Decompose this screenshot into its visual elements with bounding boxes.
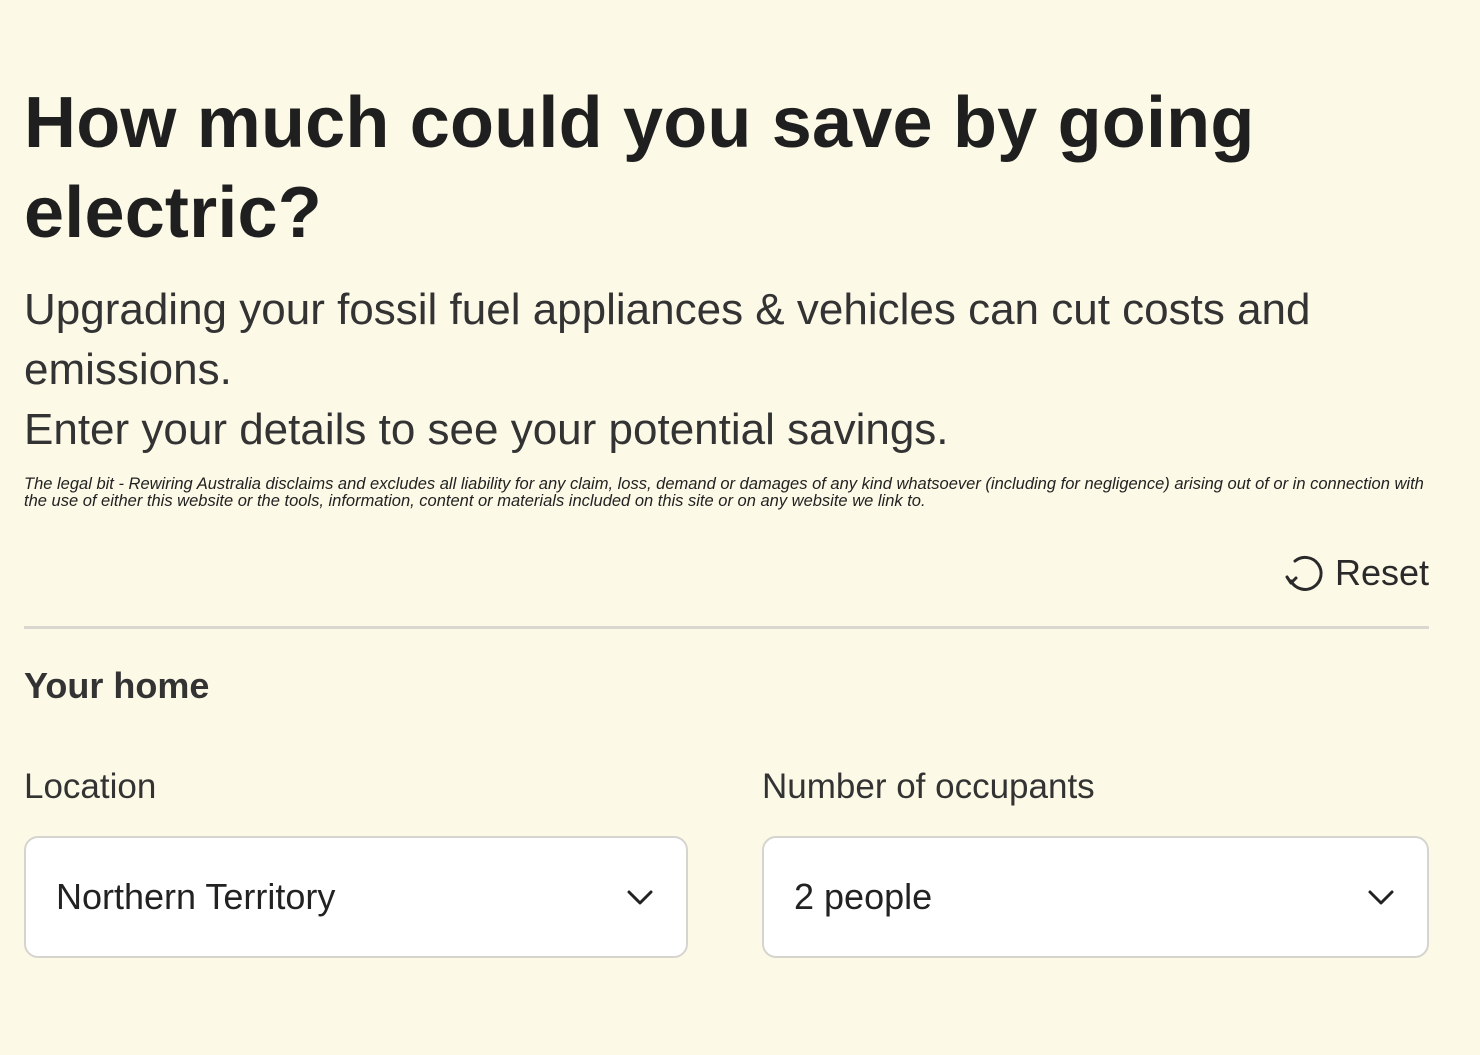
section-divider <box>24 626 1429 629</box>
reset-button[interactable]: Reset <box>1279 548 1429 598</box>
occupants-select-value: 2 people <box>794 876 933 917</box>
legal-disclaimer: The legal bit - Rewiring Australia discl… <box>24 475 1424 510</box>
location-select-value: Northern Territory <box>56 876 336 917</box>
section-title-your-home: Your home <box>24 665 210 706</box>
page-subtitle-secondary: Enter your details to see your potential… <box>24 405 949 454</box>
occupants-select[interactable]: 2 people <box>762 836 1429 958</box>
chevron-down-icon <box>1363 879 1399 915</box>
location-select[interactable]: Northern Territory <box>24 836 688 958</box>
reset-icon <box>1279 549 1327 597</box>
chevron-down-icon <box>622 879 658 915</box>
location-label: Location <box>24 767 157 806</box>
reset-label: Reset <box>1334 552 1429 593</box>
occupants-label: Number of occupants <box>762 767 1095 806</box>
page-title: How much could you save by going electri… <box>24 83 1255 253</box>
page-subtitle: Upgrading your fossil fuel appliances & … <box>24 285 1311 394</box>
